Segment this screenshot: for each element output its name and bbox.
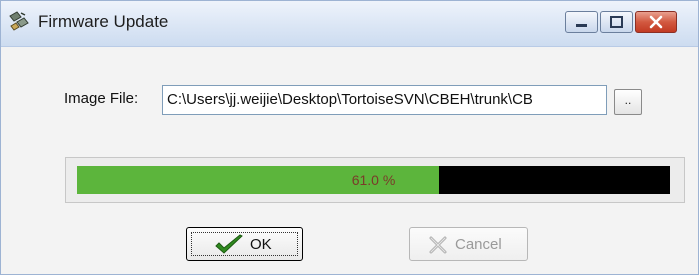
title-bar[interactable]: Firmware Update	[1, 1, 698, 47]
progress-bar: 61.0 %	[77, 166, 670, 194]
firmware-chip-icon	[7, 10, 31, 34]
checkmark-icon	[215, 234, 243, 254]
close-button[interactable]	[635, 11, 677, 33]
close-icon	[649, 15, 663, 29]
progress-percent-label: 61.0 %	[351, 172, 396, 188]
focus-rectangle	[191, 232, 298, 256]
firmware-update-window: Firmware Update Image File: C:\Users\jj.…	[0, 0, 699, 275]
window-title: Firmware Update	[38, 12, 169, 31]
maximize-icon	[610, 16, 623, 28]
cancel-label: Cancel	[455, 236, 502, 253]
maximize-button[interactable]	[600, 11, 633, 33]
image-file-path-input[interactable]: C:\Users\jj.weijie\Desktop\TortoiseSVN\C…	[162, 85, 607, 115]
cancel-button[interactable]: Cancel	[409, 227, 528, 261]
ok-button[interactable]: OK	[186, 227, 303, 261]
image-file-label: Image File:	[64, 90, 139, 107]
ok-label: OK	[250, 236, 272, 253]
minimize-icon	[576, 24, 587, 27]
cancel-x-icon	[429, 236, 447, 254]
minimize-button[interactable]	[565, 11, 598, 33]
browse-button[interactable]: ..	[614, 89, 642, 115]
